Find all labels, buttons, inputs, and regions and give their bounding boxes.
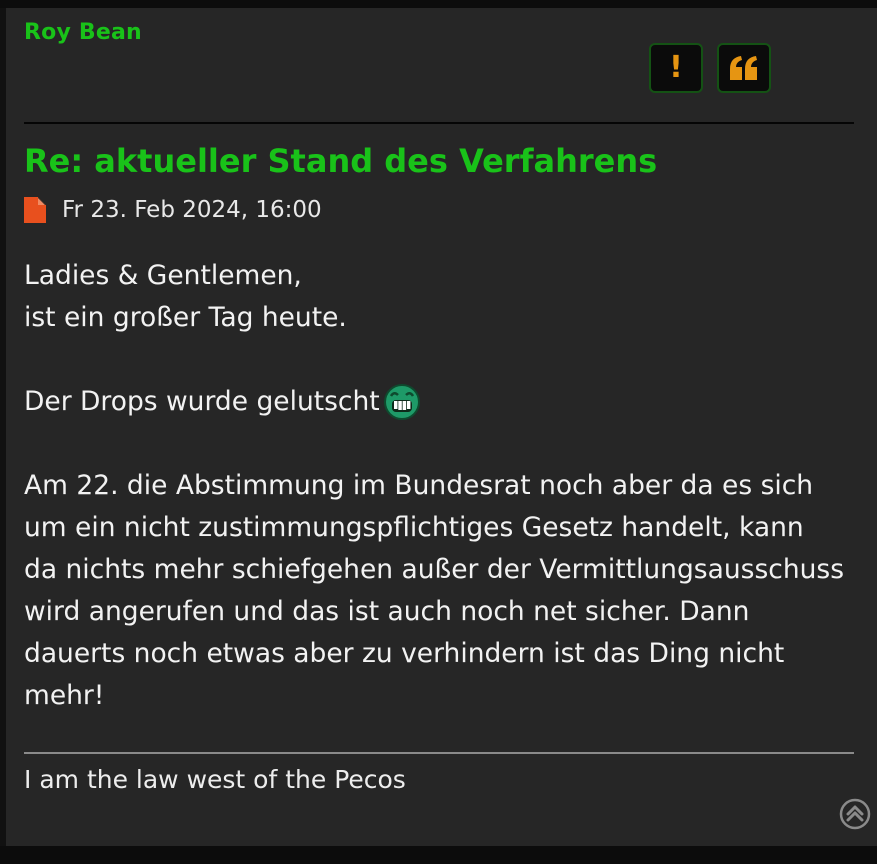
body-line: Der Drops wurde gelutscht bbox=[24, 381, 859, 423]
grin-smiley-icon bbox=[383, 384, 420, 420]
body-line: wird angerufen und das ist auch noch net… bbox=[24, 596, 750, 627]
chevron-up-circle-icon[interactable] bbox=[839, 798, 871, 830]
post-content: Ladies & Gentlemen, ist ein großer Tag h… bbox=[24, 255, 859, 717]
file-icon[interactable] bbox=[24, 197, 46, 223]
top-border bbox=[0, 0, 877, 8]
body-line: mehr! bbox=[24, 680, 105, 711]
quote-button[interactable] bbox=[717, 43, 771, 93]
signature: I am the law west of the Pecos bbox=[24, 765, 406, 794]
body-line: da nichts mehr schiefgehen außer der Ver… bbox=[24, 554, 845, 585]
post-title[interactable]: Re: aktueller Stand des Verfahrens bbox=[24, 142, 657, 180]
bottom-border bbox=[0, 846, 877, 864]
post-date: Fr 23. Feb 2024, 16:00 bbox=[62, 197, 322, 223]
body-line: dauerts noch etwas aber zu verhindern is… bbox=[24, 638, 785, 669]
post-author[interactable]: Roy Bean bbox=[24, 20, 142, 45]
header-divider bbox=[24, 122, 854, 124]
body-line: Am 22. die Abstimmung im Bundesrat noch … bbox=[24, 470, 814, 501]
body-line: Ladies & Gentlemen, bbox=[24, 260, 302, 291]
body-line: um ein nicht zustimmungspflichtiges Gese… bbox=[24, 512, 804, 543]
signature-divider bbox=[24, 752, 854, 754]
quote-icon bbox=[730, 56, 757, 80]
exclamation-icon: ! bbox=[669, 50, 683, 85]
post-meta: Fr 23. Feb 2024, 16:00 bbox=[24, 196, 322, 224]
body-line-text: Der Drops wurde gelutscht bbox=[24, 386, 380, 417]
report-button[interactable]: ! bbox=[649, 43, 703, 93]
forum-post: Roy Bean ! Re: aktueller Stand des Verfa… bbox=[6, 8, 877, 846]
body-line: ist ein großer Tag heute. bbox=[24, 302, 347, 333]
